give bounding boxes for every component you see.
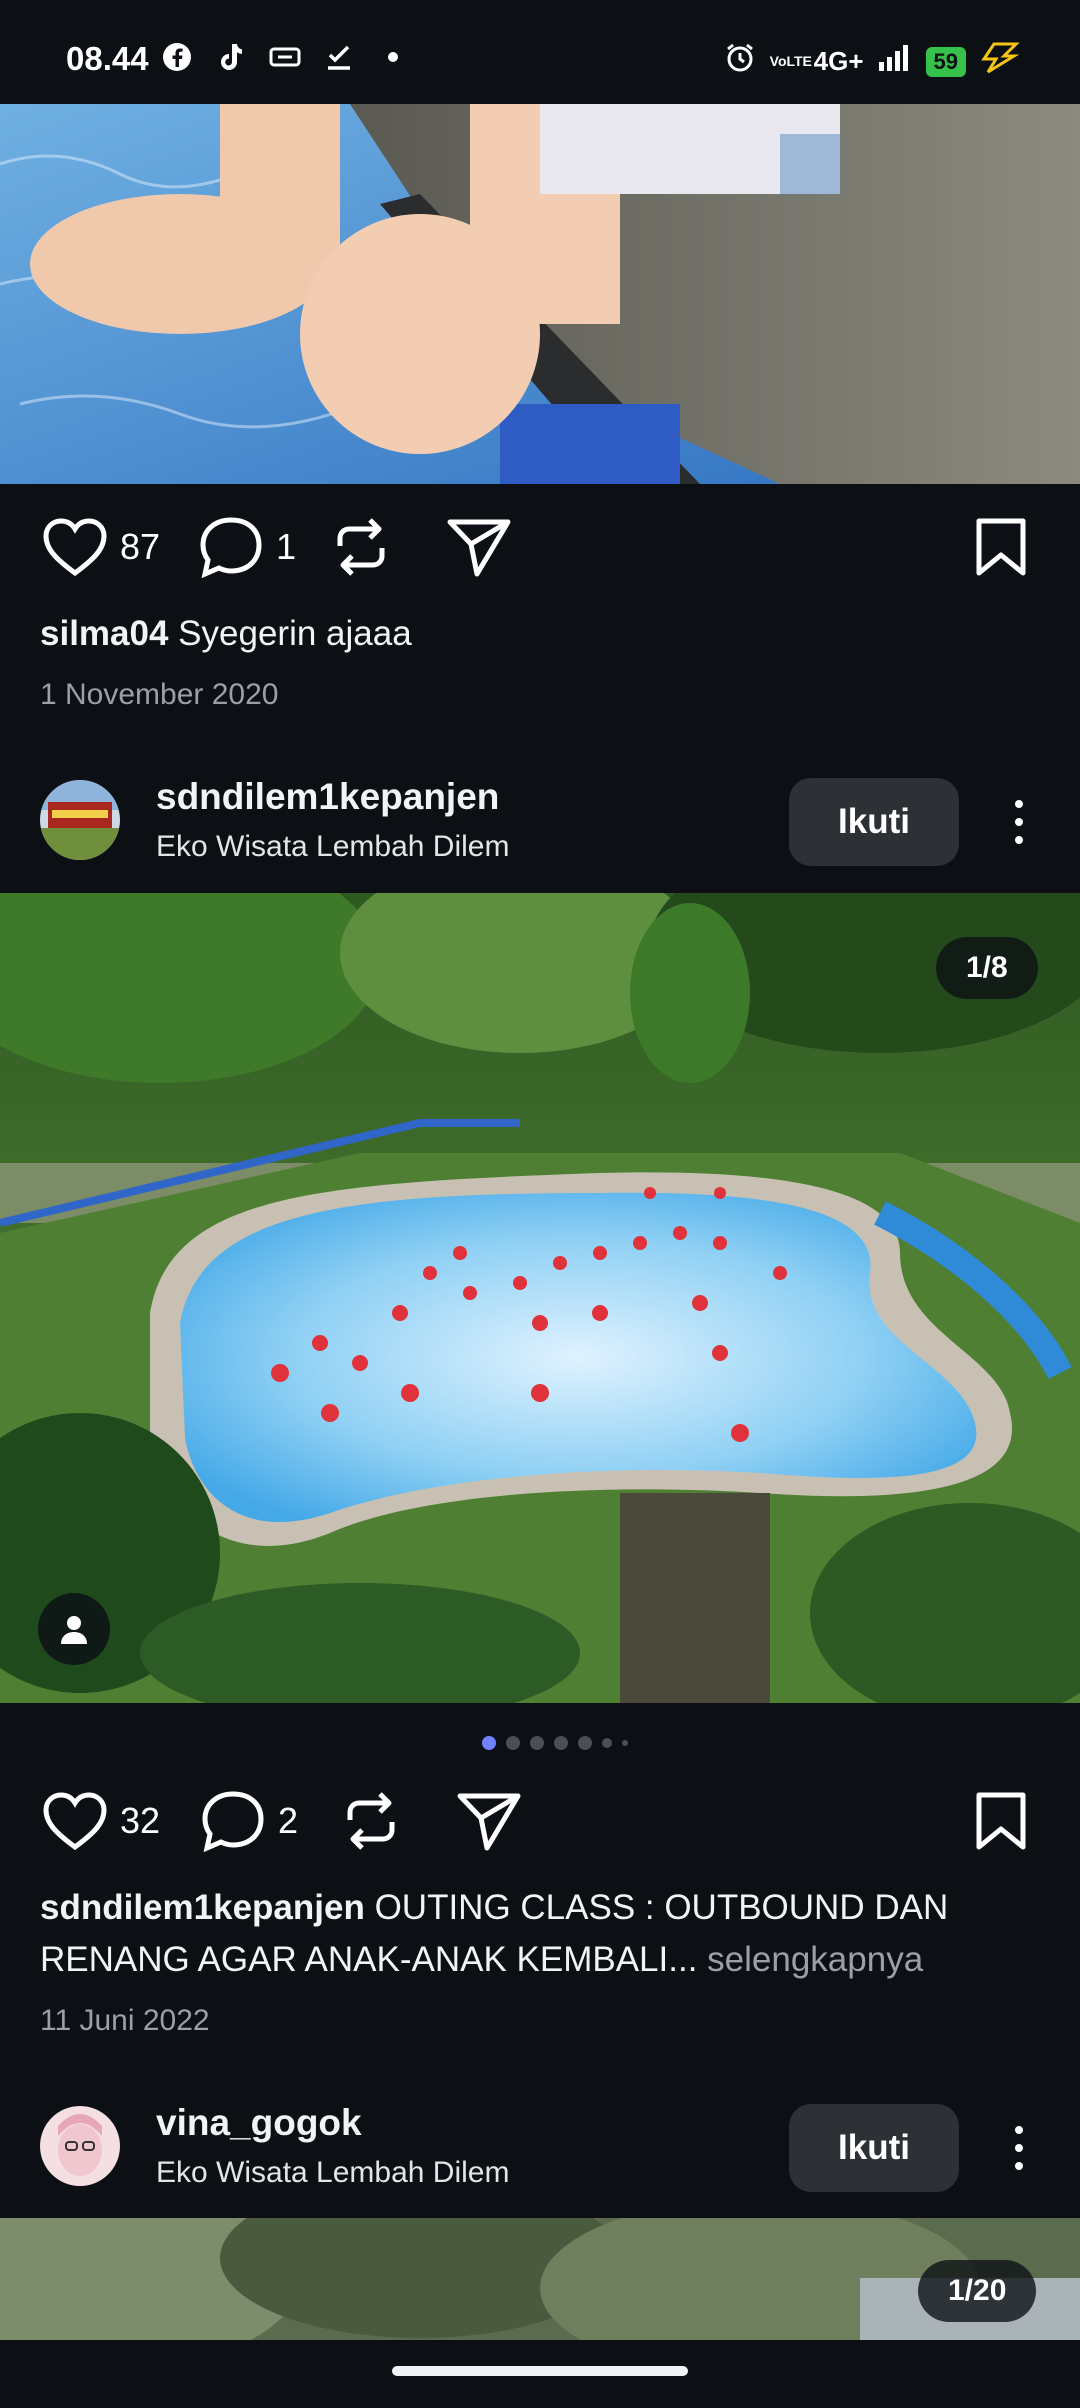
post-caption: silma04 Syegerin ajaaa (40, 608, 1040, 660)
more-options-icon[interactable] (999, 2108, 1039, 2188)
tiktok-icon (214, 40, 248, 74)
caption-username[interactable]: silma04 (40, 614, 168, 653)
send-icon (447, 519, 511, 577)
user-icon (61, 1616, 87, 1644)
home-gesture-handle[interactable] (392, 2366, 688, 2376)
alarm-icon (724, 42, 756, 81)
follow-button[interactable]: Ikuti (789, 778, 959, 866)
save-button[interactable] (974, 502, 1028, 592)
charging-icon (980, 42, 1020, 81)
post-date: 1 November 2020 (40, 678, 279, 711)
post-location[interactable]: Eko Wisata Lembah Dilem (156, 830, 509, 864)
heart-icon (43, 1792, 107, 1851)
carousel-indicator (482, 1736, 628, 1750)
post-username[interactable]: sdndilem1kepanjen (156, 776, 499, 818)
signal-icon (878, 44, 912, 79)
share-button[interactable] (446, 502, 512, 592)
post-photo[interactable] (0, 893, 1080, 1703)
follow-button[interactable]: Ikuti (789, 2104, 959, 2192)
carousel-dot (578, 1736, 592, 1750)
facebook-icon (160, 40, 194, 74)
dot-icon (376, 40, 410, 74)
repost-button[interactable] (340, 1776, 402, 1866)
repost-icon (337, 518, 385, 576)
post-photo[interactable] (0, 2218, 1080, 2340)
carousel-dot (506, 1736, 520, 1750)
repost-icon (347, 1792, 395, 1850)
comment-icon (200, 517, 262, 578)
like-button[interactable]: 87 (42, 502, 160, 592)
carousel-dot (622, 1740, 628, 1746)
save-button[interactable] (974, 1776, 1028, 1866)
like-count: 87 (120, 526, 161, 567)
carousel-counter: 1/20 (918, 2260, 1037, 2322)
like-count: 32 (120, 1800, 161, 1841)
heart-icon (43, 518, 107, 577)
download-check-icon (322, 40, 356, 74)
post-actions: 32 2 (0, 1776, 1080, 1866)
carousel-dot (530, 1736, 544, 1750)
comment-icon (202, 1791, 264, 1852)
carousel-counter: 1/8 (936, 937, 1038, 999)
caption-text: Syegerin ajaaa (178, 614, 412, 653)
carousel-dot (482, 1736, 496, 1750)
post-date: 11 Juni 2022 (40, 2004, 210, 2037)
more-options-icon[interactable] (999, 782, 1039, 862)
caption-username[interactable]: sdndilem1kepanjen (40, 1888, 365, 1927)
tagged-users-button[interactable] (38, 1593, 110, 1665)
repost-button[interactable] (330, 502, 392, 592)
post-photo[interactable] (0, 104, 1080, 484)
status-bar: 08.44 VoLTE 4G+ 59 (0, 0, 1080, 104)
send-icon (457, 1793, 521, 1851)
like-button[interactable]: 32 (42, 1776, 160, 1866)
post-location[interactable]: Eko Wisata Lembah Dilem (156, 2156, 509, 2190)
battery-icon: 59 (925, 46, 966, 77)
carousel-dot (602, 1738, 612, 1748)
ticket-icon (268, 40, 302, 74)
bookmark-icon (976, 1792, 1026, 1850)
4g-icon: 4G+ (813, 46, 864, 76)
comment-count: 2 (278, 1800, 299, 1841)
post-username[interactable]: vina_gogok (156, 2102, 362, 2144)
share-button[interactable] (456, 1776, 522, 1866)
avatar[interactable] (40, 2106, 120, 2186)
post-actions: 87 1 (0, 502, 1080, 592)
volte-icon: VoLTE (769, 53, 812, 69)
carousel-dot (554, 1736, 568, 1750)
post-caption[interactable]: sdndilem1kepanjen OUTING CLASS : OUTBOUN… (40, 1882, 1040, 1986)
comment-button[interactable]: 1 (198, 502, 296, 592)
see-more-link[interactable]: selengkapnya (707, 1940, 923, 1979)
status-time: 08.44 (66, 40, 149, 77)
avatar[interactable] (40, 780, 120, 860)
bookmark-icon (976, 518, 1026, 576)
comment-count: 1 (276, 526, 297, 567)
comment-button[interactable]: 2 (200, 1776, 298, 1866)
